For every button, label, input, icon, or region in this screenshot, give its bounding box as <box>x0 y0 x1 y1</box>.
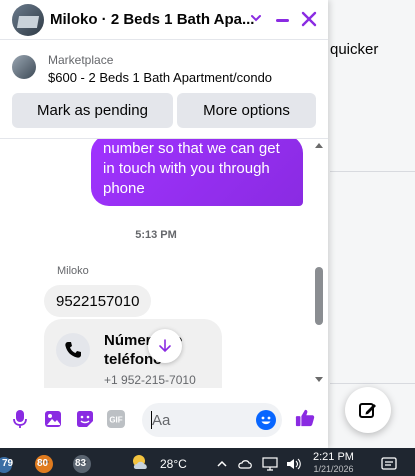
background-text: quicker <box>330 41 379 58</box>
scroll-down-arrow[interactable] <box>315 377 323 382</box>
like-icon[interactable] <box>295 408 315 428</box>
volume-icon[interactable] <box>286 452 302 476</box>
clock[interactable]: 2:21 PM 1/21/2026 <box>313 451 354 475</box>
taskbar-badge-1: 79 <box>2 458 14 469</box>
clock-date: 1/21/2026 <box>313 464 354 474</box>
clock-time: 2:21 PM <box>313 451 354 463</box>
taskbar-badge-2: 80 <box>37 458 49 469</box>
scrollbar-thumb[interactable] <box>315 267 323 325</box>
message-composer: GIF Aa <box>0 400 328 440</box>
photo-icon[interactable] <box>43 409 63 429</box>
microphone-icon[interactable] <box>10 409 30 429</box>
screen: quicker Miloko · 2 Beds 1 Bath Apa... Ma… <box>0 0 415 476</box>
phone-glyph <box>65 342 81 358</box>
notifications-icon[interactable] <box>381 452 397 476</box>
weather-icon[interactable] <box>130 453 152 471</box>
divider <box>330 171 415 172</box>
scrollbar[interactable] <box>312 139 326 387</box>
tray-chevron-up-icon[interactable] <box>216 452 228 476</box>
taskbar-badge-3: 83 <box>75 458 87 469</box>
chevron-down-icon[interactable] <box>249 11 263 25</box>
message-placeholder: Aa <box>152 412 171 429</box>
chat-header[interactable]: Miloko · 2 Beds 1 Bath Apa... <box>0 0 328 40</box>
svg-text:GIF: GIF <box>109 416 122 425</box>
avatar[interactable] <box>12 4 44 36</box>
chat-title[interactable]: Miloko · 2 Beds 1 Bath Apa... <box>50 11 254 28</box>
scroll-to-bottom-button[interactable] <box>148 329 182 363</box>
temperature[interactable]: 28°C <box>160 452 187 476</box>
emoji-icon[interactable] <box>256 410 276 430</box>
gif-icon[interactable]: GIF <box>106 409 126 429</box>
taskbar: 79 80 83 28°C 2:21 PM 1/21/2026 <box>0 448 415 476</box>
scroll-up-arrow[interactable] <box>315 143 323 148</box>
listing-thumbnail <box>12 55 36 79</box>
incoming-message[interactable]: 9522157010 <box>44 285 152 317</box>
minimize-button[interactable] <box>276 19 289 22</box>
contact-card-phone: +1 952-215-7010 <box>104 373 196 387</box>
close-icon[interactable] <box>300 10 318 28</box>
phone-icon <box>56 333 90 367</box>
sender-name: Miloko <box>57 265 89 277</box>
contact-card[interactable]: Número de teléfono +1 952-215-7010 <box>44 319 222 388</box>
compose-icon <box>359 403 376 418</box>
cloud-sync-icon[interactable] <box>238 452 252 476</box>
message-input[interactable]: Aa <box>142 403 282 437</box>
marketplace-label: Marketplace <box>48 53 114 67</box>
message-list: number so that we can get in touch with … <box>0 139 328 388</box>
more-options-button[interactable]: More options <box>177 93 316 128</box>
message-timestamp: 5:13 PM <box>135 229 177 241</box>
outgoing-message[interactable]: number so that we can get in touch with … <box>91 139 303 206</box>
sticker-icon[interactable] <box>75 409 95 429</box>
temperature-text: 28°C <box>160 457 187 471</box>
new-message-button[interactable] <box>345 387 391 433</box>
network-icon[interactable] <box>262 452 278 476</box>
listing-title[interactable]: $600 - 2 Beds 1 Bath Apartment/condo <box>48 70 272 85</box>
chat-window: Miloko · 2 Beds 1 Bath Apa... Marketplac… <box>0 0 328 448</box>
mark-as-pending-button[interactable]: Mark as pending <box>12 93 173 128</box>
divider <box>330 383 415 384</box>
arrow-down-icon <box>159 339 171 353</box>
